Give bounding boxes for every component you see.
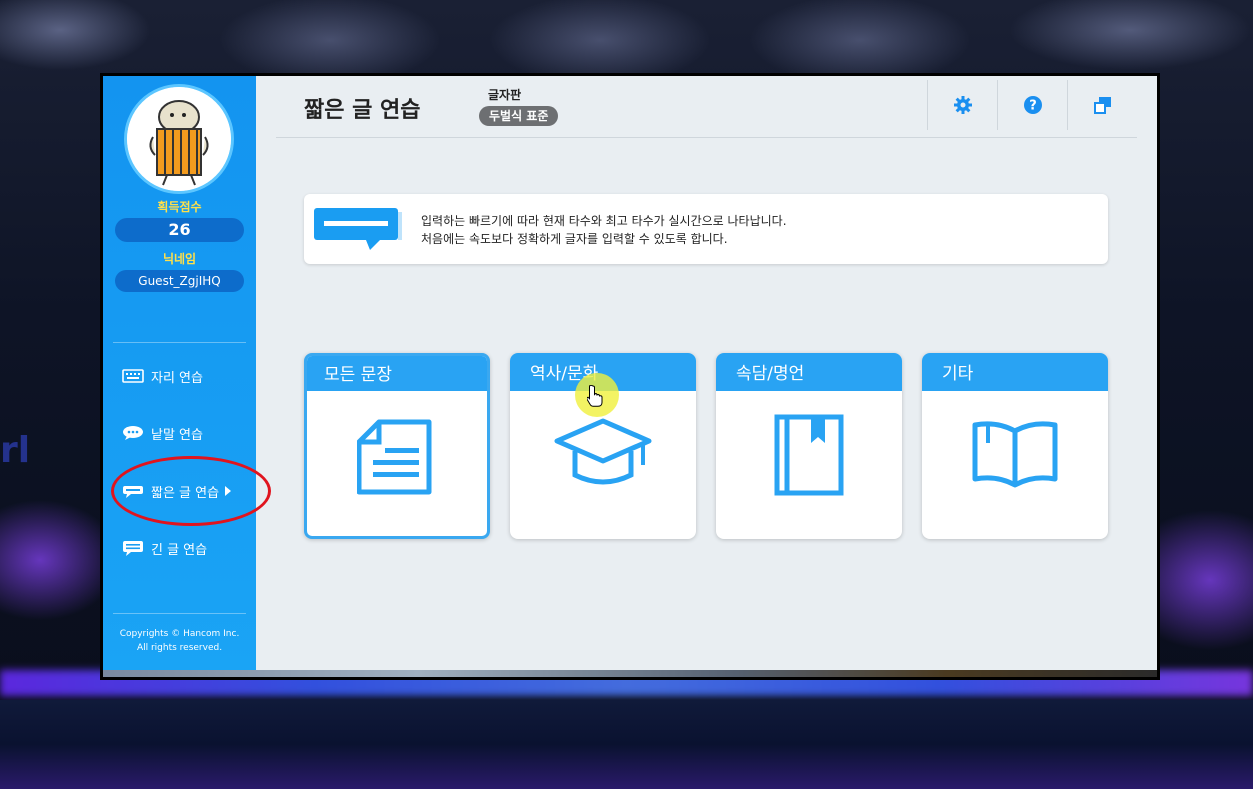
copyright-line: Copyrights © Hancom Inc. [119,629,240,639]
background-glyph: rl [0,430,31,471]
avatar [124,84,234,194]
sidebar: 획득점수 26 닉네임 Guest_ZgjIHQ 자리 연습 낱말 연습 짧은 … [103,76,271,677]
banner-text: 입력하는 빠르기에 따라 현재 타수와 최고 타수가 실시간으로 나타납니다. … [421,212,787,248]
nickname-label: 닉네임 [162,252,197,266]
document-icon [307,416,487,496]
keyboard-icon [121,368,145,384]
app-window: 획득점수 26 닉네임 Guest_ZgjIHQ 자리 연습 낱말 연습 짧은 … [100,73,1160,680]
card-title: 속담/명언 [716,353,902,391]
keyboard-layout-selector[interactable]: 두벌식 표준 [479,106,559,126]
category-card-proverbs-quotes[interactable]: 속담/명언 [716,353,902,539]
svg-text:?: ? [1029,99,1037,114]
help-button[interactable]: ? [997,80,1067,130]
header: 짧은 글 연습 글자판 두벌식 표준 ? [276,76,1137,138]
graduation-cap-icon [510,413,696,493]
category-card-others[interactable]: 기타 [922,353,1108,539]
copyright-line: All rights reserved. [136,643,223,653]
book-bookmark-icon [716,413,902,497]
sidebar-item-label: 낱말 연습 [151,427,203,443]
sidebar-item-long-text-practice[interactable]: 긴 글 연습 [121,536,207,560]
sidebar-item-label: 자리 연습 [151,370,203,386]
sidebar-divider [113,342,246,343]
sidebar-item-word-practice[interactable]: 낱말 연습 [121,421,203,445]
taskbar-strip [103,670,1157,677]
hand-cursor-icon [586,384,605,411]
keyboard-layout-label: 글자판 [488,88,522,102]
long-text-icon [121,540,145,556]
app-content: 획득점수 26 닉네임 Guest_ZgjIHQ 자리 연습 낱말 연습 짧은 … [103,76,1157,677]
page-title: 짧은 글 연습 [304,98,421,123]
score-value: 26 [115,218,244,242]
window-mode-button[interactable] [1067,80,1137,130]
message-icon [314,208,410,256]
keyboard-keys-background [0,700,1253,789]
sidebar-item-position-practice[interactable]: 자리 연습 [121,364,203,388]
nickname-value: Guest_ZgjIHQ [115,270,244,292]
speech-bubble-icon [121,425,145,441]
help-icon: ? [1023,96,1042,114]
card-title: 모든 문장 [307,356,487,391]
window-icon [1093,97,1111,114]
score-label: 획득점수 [157,200,202,214]
banner-line: 입력하는 빠르기에 따라 현재 타수와 최고 타수가 실시간으로 나타납니다. [421,214,787,228]
category-card-all-sentences[interactable]: 모든 문장 [304,353,490,539]
banner-line: 처음에는 속도보다 정확하게 글자를 입력할 수 있도록 합니다. [421,232,728,246]
card-title: 기타 [922,353,1108,391]
sidebar-divider [113,613,246,614]
copyright: Copyrights © Hancom Inc. All rights rese… [103,627,256,655]
sidebar-item-label: 긴 글 연습 [151,542,208,558]
open-book-icon [922,413,1108,493]
gear-icon [953,96,972,114]
settings-button[interactable] [927,80,997,130]
info-banner: 입력하는 빠르기에 따라 현재 타수와 최고 타수가 실시간으로 나타납니다. … [304,194,1108,264]
highlight-annotation [111,456,271,526]
